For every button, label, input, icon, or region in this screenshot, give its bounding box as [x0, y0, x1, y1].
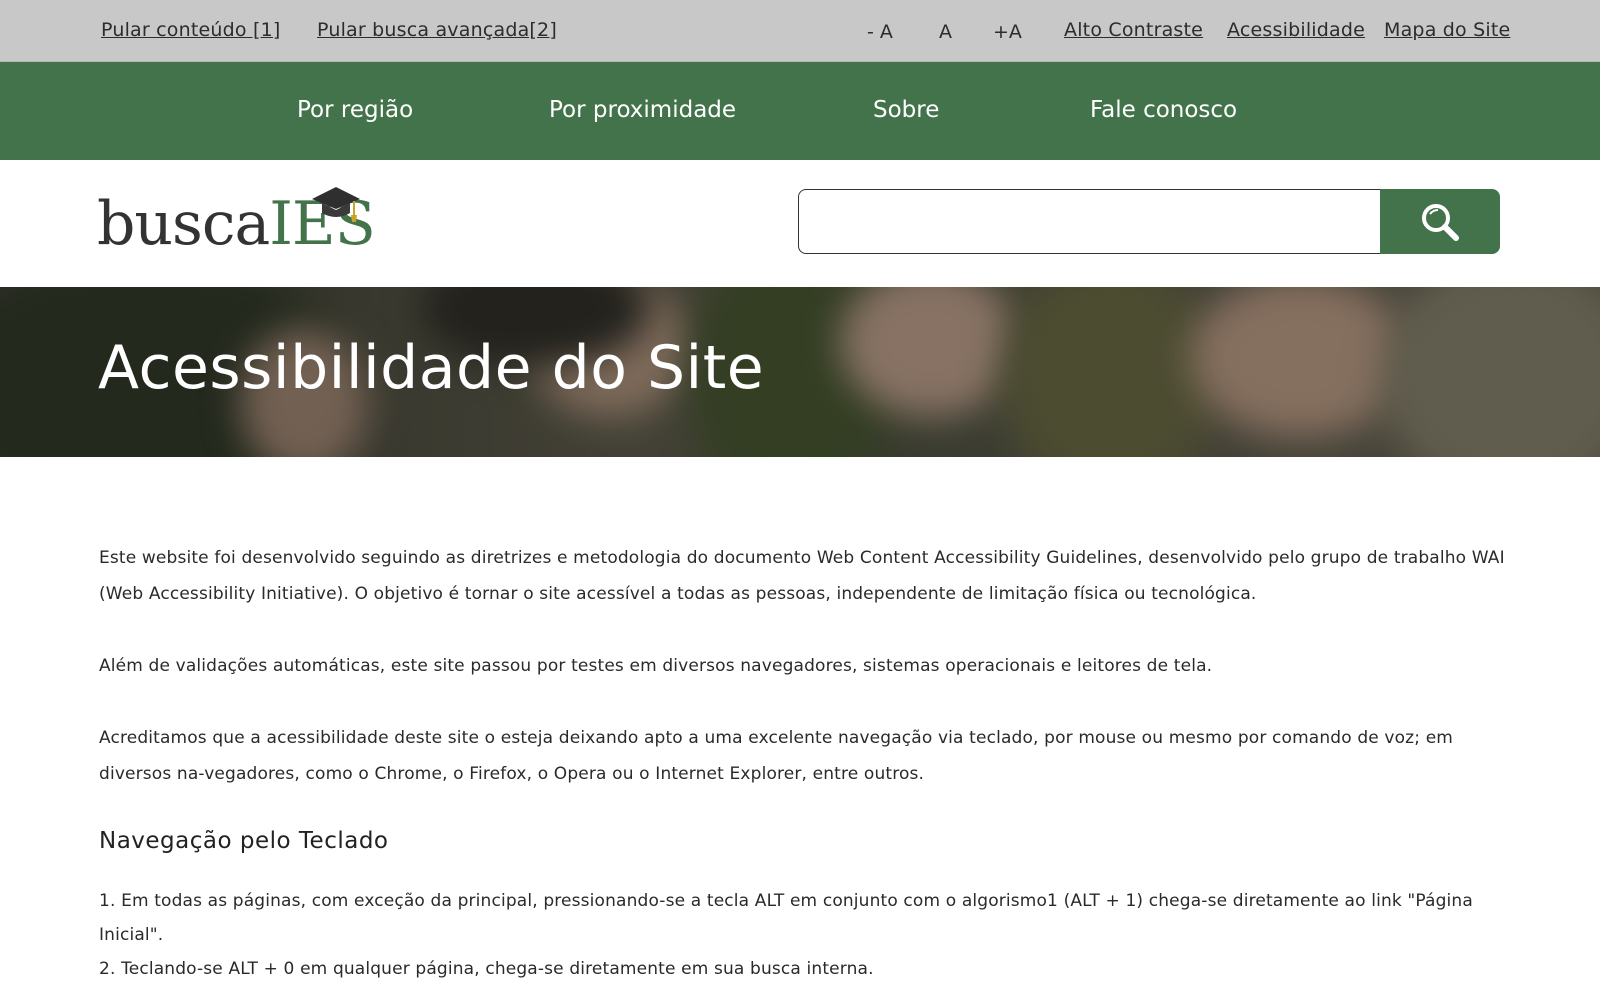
skip-content-link[interactable]: Pular conteúdo [1] — [101, 19, 280, 41]
main-nav: Por região Por proximidade Sobre Fale co… — [0, 62, 1600, 160]
site-header: buscaIES — [0, 160, 1600, 287]
search-button[interactable] — [1380, 189, 1500, 254]
page-title: Acessibilidade do Site — [98, 333, 765, 403]
font-decrease-button[interactable]: - A — [867, 21, 893, 43]
nav-item-por-proximidade[interactable]: Por proximidade — [549, 97, 736, 123]
font-default-button[interactable]: A — [939, 21, 952, 43]
search-input[interactable] — [798, 189, 1380, 254]
nav-item-por-regiao[interactable]: Por região — [297, 97, 413, 123]
search-icon — [1422, 203, 1459, 241]
list-item: 2. Teclando-se ALT + 0 em qualquer págin… — [99, 959, 874, 979]
navigation-paragraph: Acreditamos que a acessibilidade deste s… — [99, 728, 1454, 784]
validation-paragraph: Além de validações automáticas, este sit… — [99, 656, 1213, 676]
section-title: Navegação pelo Teclado — [99, 828, 389, 854]
font-increase-button[interactable]: +A — [993, 21, 1022, 43]
logo-text-busca: busca — [97, 189, 270, 259]
nav-item-sobre[interactable]: Sobre — [873, 97, 939, 123]
accessibility-link[interactable]: Acessibilidade — [1227, 19, 1365, 41]
keyboard-shortcuts-list: 1. Em todas as páginas, com exceção da p… — [99, 884, 1509, 986]
hero-banner: Acessibilidade do Site — [0, 287, 1600, 457]
sitemap-link[interactable]: Mapa do Site — [1384, 19, 1510, 41]
buscaies-logo[interactable]: buscaIES — [97, 185, 376, 265]
nav-item-fale-conosco[interactable]: Fale conosco — [1090, 97, 1237, 123]
skip-search-link[interactable]: Pular busca avançada[2] — [317, 19, 557, 41]
list-item: 1. Em todas as páginas, com exceção da p… — [99, 891, 1473, 945]
intro-paragraph: Este website foi desenvolvido seguindo a… — [99, 548, 1505, 604]
high-contrast-link[interactable]: Alto Contraste — [1064, 19, 1203, 41]
main-content: Este website foi desenvolvido seguindo a… — [99, 540, 1509, 986]
graduation-cap-icon — [312, 187, 360, 222]
accessibility-bar: Pular conteúdo [1] Pular busca avançada[… — [0, 0, 1600, 62]
